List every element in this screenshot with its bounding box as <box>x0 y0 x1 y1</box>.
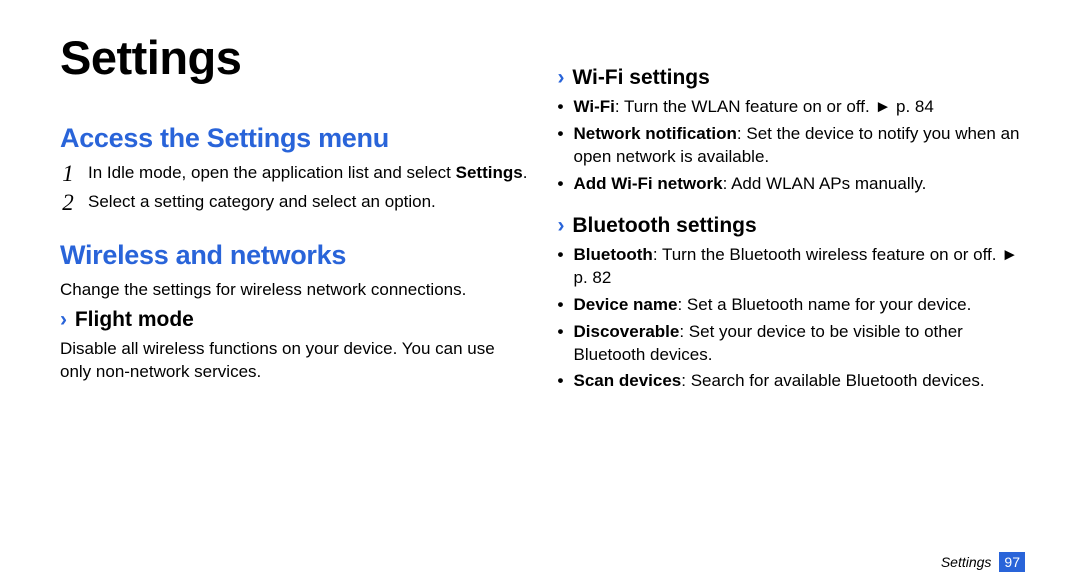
heading-wireless-networks: Wireless and networks <box>60 240 528 271</box>
bullet-icon: • <box>558 294 566 317</box>
list-item: • Network notification: Set the device t… <box>558 123 1026 169</box>
desc: : Turn the Bluetooth wireless feature on… <box>653 245 1001 264</box>
step1-text-a: In Idle mode, open the application list … <box>88 163 456 182</box>
subheading-wifi-settings: › Wi-Fi settings <box>558 66 1026 90</box>
flight-mode-body: Disable all wireless functions on your d… <box>60 338 528 384</box>
list-item: • Wi-Fi: Turn the WLAN feature on or off… <box>558 96 1026 119</box>
bullet-icon: • <box>558 173 566 196</box>
subheading-label: Flight mode <box>75 308 194 331</box>
footer-section-label: Settings <box>941 554 992 570</box>
step-number: 2 <box>60 191 76 214</box>
page-ref: p. 84 <box>891 97 934 116</box>
step-text: In Idle mode, open the application list … <box>88 162 527 185</box>
left-column: Settings Access the Settings menu 1 In I… <box>60 30 528 397</box>
bullet-icon: • <box>558 244 566 290</box>
ref-arrow-icon: ► <box>1001 245 1018 264</box>
chevron-icon: › <box>558 214 565 237</box>
term: Network notification <box>574 124 737 143</box>
page-title: Settings <box>60 30 528 85</box>
step1-text-c: . <box>523 163 528 182</box>
content-columns: Settings Access the Settings menu 1 In I… <box>60 30 1025 397</box>
term: Wi-Fi <box>574 97 615 116</box>
page-footer: Settings 97 <box>941 552 1025 572</box>
term: Add Wi-Fi network <box>574 174 723 193</box>
subheading-label: Bluetooth settings <box>572 214 756 237</box>
desc: : Search for available Bluetooth devices… <box>681 371 984 390</box>
list-item: • Bluetooth: Turn the Bluetooth wireless… <box>558 244 1026 290</box>
list-item-text: Add Wi-Fi network: Add WLAN APs manually… <box>574 173 927 196</box>
list-item-text: Device name: Set a Bluetooth name for yo… <box>574 294 972 317</box>
bullet-icon: • <box>558 321 566 367</box>
bullet-icon: • <box>558 370 566 393</box>
page-number-badge: 97 <box>999 552 1025 572</box>
step-number: 1 <box>60 162 76 185</box>
list-item-text: Discoverable: Set your device to be visi… <box>574 321 1026 367</box>
list-item: • Scan devices: Search for available Blu… <box>558 370 1026 393</box>
term: Bluetooth <box>574 245 653 264</box>
ref-arrow-icon: ► <box>874 97 891 116</box>
term: Discoverable <box>574 322 680 341</box>
list-item-text: Wi-Fi: Turn the WLAN feature on or off. … <box>574 96 934 119</box>
desc: : Add WLAN APs manually. <box>723 174 927 193</box>
step-1: 1 In Idle mode, open the application lis… <box>60 162 528 185</box>
list-item-text: Bluetooth: Turn the Bluetooth wireless f… <box>574 244 1026 290</box>
list-item-text: Scan devices: Search for available Bluet… <box>574 370 985 393</box>
chevron-icon: › <box>60 308 67 331</box>
subheading-label: Wi-Fi settings <box>572 66 709 89</box>
desc: : Set a Bluetooth name for your device. <box>677 295 971 314</box>
list-item: • Add Wi-Fi network: Add WLAN APs manual… <box>558 173 1026 196</box>
wireless-intro: Change the settings for wireless network… <box>60 279 528 302</box>
list-item: • Discoverable: Set your device to be vi… <box>558 321 1026 367</box>
bullet-icon: • <box>558 123 566 169</box>
term: Device name <box>574 295 678 314</box>
step-text: Select a setting category and select an … <box>88 191 436 214</box>
step1-text-bold: Settings <box>456 163 523 182</box>
subheading-bluetooth-settings: › Bluetooth settings <box>558 214 1026 238</box>
chevron-icon: › <box>558 66 565 89</box>
page-ref: p. 82 <box>574 268 612 287</box>
term: Scan devices <box>574 371 682 390</box>
desc: : Turn the WLAN feature on or off. <box>615 97 875 116</box>
list-item-text: Network notification: Set the device to … <box>574 123 1026 169</box>
bullet-icon: • <box>558 96 566 119</box>
list-item: • Device name: Set a Bluetooth name for … <box>558 294 1026 317</box>
subheading-flight-mode: › Flight mode <box>60 308 528 332</box>
heading-access-settings: Access the Settings menu <box>60 123 528 154</box>
step-2: 2 Select a setting category and select a… <box>60 191 528 214</box>
right-column: › Wi-Fi settings • Wi-Fi: Turn the WLAN … <box>558 30 1026 397</box>
